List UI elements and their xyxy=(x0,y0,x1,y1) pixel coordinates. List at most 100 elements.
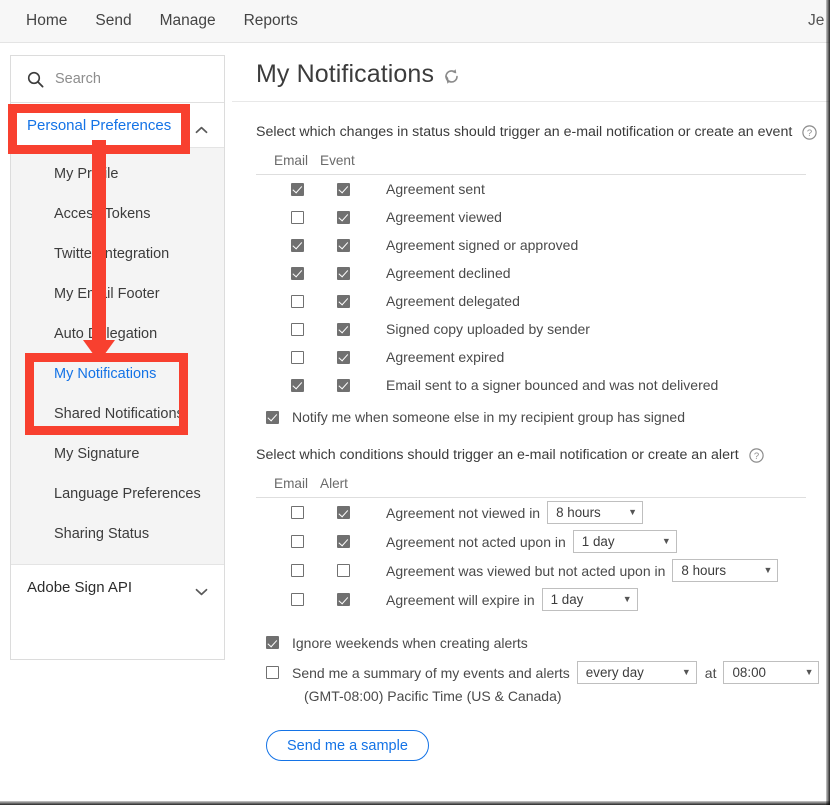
chevron-down-icon: ▼ xyxy=(662,537,671,546)
email-checkbox-agreement-delegated[interactable] xyxy=(291,295,304,308)
event-checkbox-cell xyxy=(320,379,366,392)
chevron-down-icon: ▼ xyxy=(623,595,632,604)
sidebar-item-auto-delegation[interactable]: Auto Delegation xyxy=(11,314,224,354)
sidebar-group-label-personal-preferences: Personal Preferences xyxy=(27,117,171,134)
event-checkbox-agreement-sent[interactable] xyxy=(337,183,350,196)
sidebar-item-my-signature[interactable]: My Signature xyxy=(11,434,224,474)
chevron-down-icon: ▼ xyxy=(628,508,637,517)
sidebar-item-language-preferences[interactable]: Language Preferences xyxy=(11,474,224,514)
email-checkbox-cell xyxy=(274,535,320,548)
sidebar-group-body-personal-preferences: My Profile Access Tokens Twitter Integra… xyxy=(11,147,224,565)
column-header-email: Email xyxy=(274,153,320,168)
notify-recipient-group-checkbox[interactable] xyxy=(266,411,279,424)
nav-item-home[interactable]: Home xyxy=(12,0,81,42)
email-checkbox-email-bounced[interactable] xyxy=(291,379,304,392)
event-checkbox-email-bounced[interactable] xyxy=(337,379,350,392)
sidebar-empty-tail xyxy=(11,609,224,659)
row-label: Agreement expired xyxy=(386,349,504,365)
search-icon xyxy=(27,71,44,88)
email-checkbox-not-viewed-in[interactable] xyxy=(291,506,304,519)
column-header-alert: Alert xyxy=(320,476,348,491)
sidebar-item-my-notifications[interactable]: My Notifications xyxy=(11,354,224,394)
select-will-expire-in[interactable]: 1 day ▼ xyxy=(542,588,638,611)
email-checkbox-agreement-viewed[interactable] xyxy=(291,211,304,224)
send-summary-checkbox[interactable] xyxy=(266,666,279,679)
help-icon[interactable]: ? xyxy=(749,448,764,463)
sidebar-group-personal-preferences[interactable]: Personal Preferences xyxy=(11,103,224,147)
sidebar-item-sharing-status[interactable]: Sharing Status xyxy=(11,514,224,554)
app-window: Home Send Manage Reports Je Personal Pre… xyxy=(0,0,830,805)
sidebar-item-my-email-footer[interactable]: My Email Footer xyxy=(11,274,224,314)
email-checkbox-agreement-expired[interactable] xyxy=(291,351,304,364)
table-row: Agreement was viewed but not acted upon … xyxy=(256,556,830,585)
row-label: Agreement not viewed in xyxy=(386,505,540,521)
page-title-row: My Notifications xyxy=(232,44,830,102)
email-checkbox-cell xyxy=(274,593,320,606)
event-checkbox-signed-copy-uploaded-by-sender[interactable] xyxy=(337,323,350,336)
nav-item-reports[interactable]: Reports xyxy=(230,0,312,42)
table-row: Agreement not viewed in 8 hours ▼ xyxy=(256,498,830,527)
nav-item-send[interactable]: Send xyxy=(81,0,145,42)
select-not-viewed-in[interactable]: 8 hours ▼ xyxy=(547,501,643,524)
conditions-section-heading: Select which conditions should trigger a… xyxy=(256,447,739,463)
sidebar-item-shared-notifications[interactable]: Shared Notifications xyxy=(11,394,224,434)
event-checkbox-cell xyxy=(320,267,366,280)
select-value: 1 day xyxy=(582,534,615,549)
top-navigation-items: Home Send Manage Reports xyxy=(0,0,830,42)
column-header-event: Event xyxy=(320,153,355,168)
status-section-heading-row: Select which changes in status should tr… xyxy=(256,102,830,140)
status-rows: Agreement sent Agreement viewed Agreemen… xyxy=(256,175,830,399)
refresh-icon[interactable] xyxy=(443,68,460,85)
page-title: My Notifications xyxy=(256,60,434,89)
email-checkbox-viewed-not-acted-upon-in[interactable] xyxy=(291,564,304,577)
alert-checkbox-viewed-not-acted-upon-in[interactable] xyxy=(337,564,350,577)
email-checkbox-cell xyxy=(274,267,320,280)
user-account-label[interactable]: Je xyxy=(808,12,824,30)
email-checkbox-cell xyxy=(274,379,320,392)
email-checkbox-cell xyxy=(274,506,320,519)
notify-recipient-group-row: Notify me when someone else in my recipi… xyxy=(266,409,830,425)
send-me-a-sample-button[interactable]: Send me a sample xyxy=(266,730,429,761)
email-checkbox-cell xyxy=(274,564,320,577)
email-checkbox-agreement-signed-or-approved[interactable] xyxy=(291,239,304,252)
svg-text:?: ? xyxy=(807,128,812,139)
conditions-section-heading-row: Select which conditions should trigger a… xyxy=(256,425,830,463)
event-checkbox-agreement-expired[interactable] xyxy=(337,351,350,364)
event-checkbox-agreement-signed-or-approved[interactable] xyxy=(337,239,350,252)
nav-item-manage[interactable]: Manage xyxy=(146,0,230,42)
alert-checkbox-not-acted-upon-in[interactable] xyxy=(337,535,350,548)
sidebar-item-access-tokens[interactable]: Access Tokens xyxy=(11,194,224,234)
select-not-acted-upon-in[interactable]: 1 day ▼ xyxy=(573,530,677,553)
event-checkbox-cell xyxy=(320,183,366,196)
email-checkbox-signed-copy-uploaded-by-sender[interactable] xyxy=(291,323,304,336)
email-checkbox-cell xyxy=(274,239,320,252)
chevron-down-icon: ▼ xyxy=(682,668,691,677)
email-checkbox-agreement-declined[interactable] xyxy=(291,267,304,280)
window-edge-bottom xyxy=(0,801,830,805)
alert-checkbox-not-viewed-in[interactable] xyxy=(337,506,350,519)
chevron-down-icon: ▼ xyxy=(805,668,814,677)
select-summary-frequency[interactable]: every day ▼ xyxy=(577,661,697,684)
summary-row: Send me a summary of my events and alert… xyxy=(266,660,830,685)
sidebar-item-my-profile[interactable]: My Profile xyxy=(11,154,224,194)
alert-checkbox-will-expire-in[interactable] xyxy=(337,593,350,606)
event-checkbox-agreement-declined[interactable] xyxy=(337,267,350,280)
alert-checkbox-cell xyxy=(320,593,366,606)
sidebar-group-adobe-sign-api[interactable]: Adobe Sign API xyxy=(11,565,224,609)
email-checkbox-will-expire-in[interactable] xyxy=(291,593,304,606)
select-summary-time[interactable]: 08:00 ▼ xyxy=(723,661,819,684)
help-icon[interactable]: ? xyxy=(802,125,817,140)
status-section-heading: Select which changes in status should tr… xyxy=(256,124,792,140)
event-checkbox-agreement-viewed[interactable] xyxy=(337,211,350,224)
select-viewed-not-acted-upon-in[interactable]: 8 hours ▼ xyxy=(672,559,778,582)
email-checkbox-not-acted-upon-in[interactable] xyxy=(291,535,304,548)
search-input[interactable] xyxy=(55,71,205,87)
event-checkbox-cell xyxy=(320,239,366,252)
ignore-weekends-label: Ignore weekends when creating alerts xyxy=(292,635,528,651)
row-label: Email sent to a signer bounced and was n… xyxy=(386,377,718,393)
email-checkbox-agreement-sent[interactable] xyxy=(291,183,304,196)
sidebar-item-twitter-integration[interactable]: Twitter Integration xyxy=(11,234,224,274)
ignore-weekends-checkbox[interactable] xyxy=(266,636,279,649)
event-checkbox-agreement-delegated[interactable] xyxy=(337,295,350,308)
event-checkbox-cell xyxy=(320,351,366,364)
